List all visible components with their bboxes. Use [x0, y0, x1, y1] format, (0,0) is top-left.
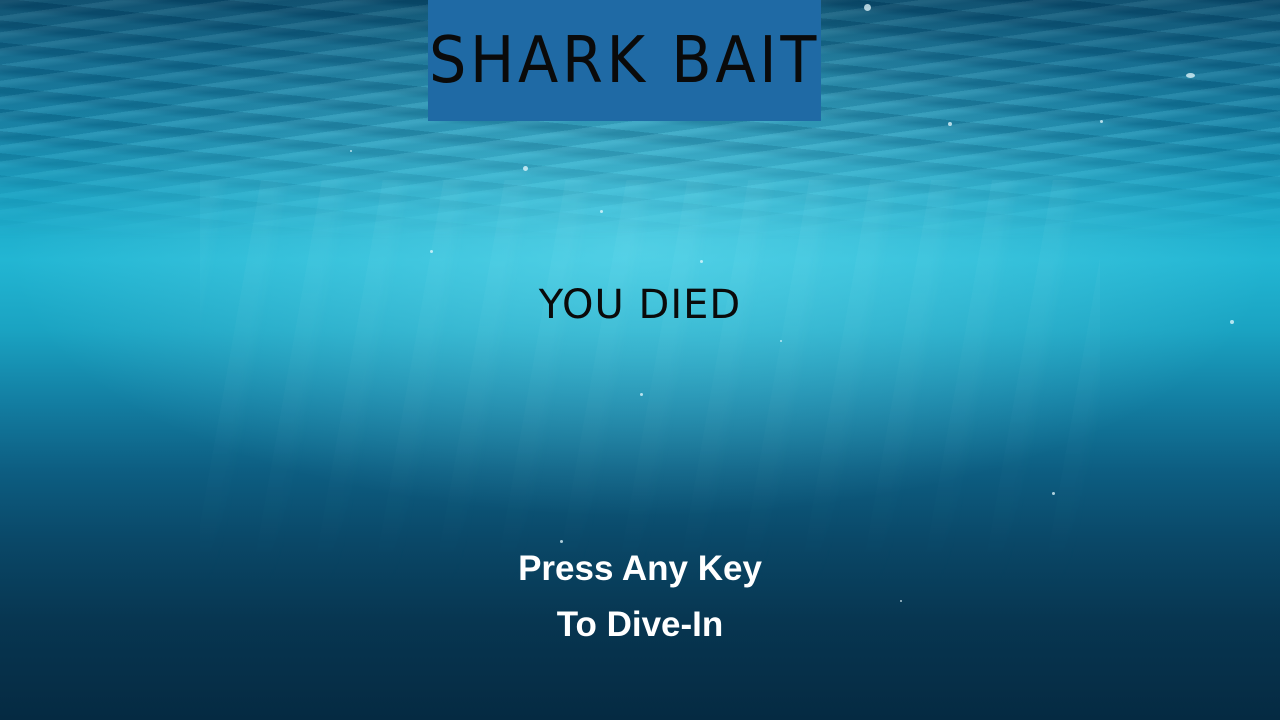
- bubble: [900, 600, 902, 602]
- restart-prompt-line-1: Press Any Key: [518, 549, 762, 588]
- bubble: [523, 166, 528, 171]
- bubble: [430, 250, 433, 253]
- title-banner: Shark Bait: [428, 0, 821, 121]
- game-over-message: You Died: [538, 282, 742, 328]
- bubble: [1052, 492, 1055, 495]
- bubble: [1186, 73, 1195, 78]
- restart-prompt-line-2: To Dive-In: [556, 605, 724, 644]
- game-screen[interactable]: Shark Bait You Died Press Any Key To Div…: [0, 0, 1280, 720]
- game-title: Shark Bait: [429, 23, 820, 98]
- bubble: [600, 210, 603, 213]
- bubble: [350, 150, 352, 152]
- bubble: [1100, 120, 1103, 123]
- bubble: [780, 340, 782, 342]
- light-rays: [200, 180, 1100, 600]
- bubble: [560, 540, 563, 543]
- bubble: [864, 4, 871, 11]
- bubble: [948, 122, 952, 126]
- bubble: [700, 260, 703, 263]
- bubble: [640, 393, 643, 396]
